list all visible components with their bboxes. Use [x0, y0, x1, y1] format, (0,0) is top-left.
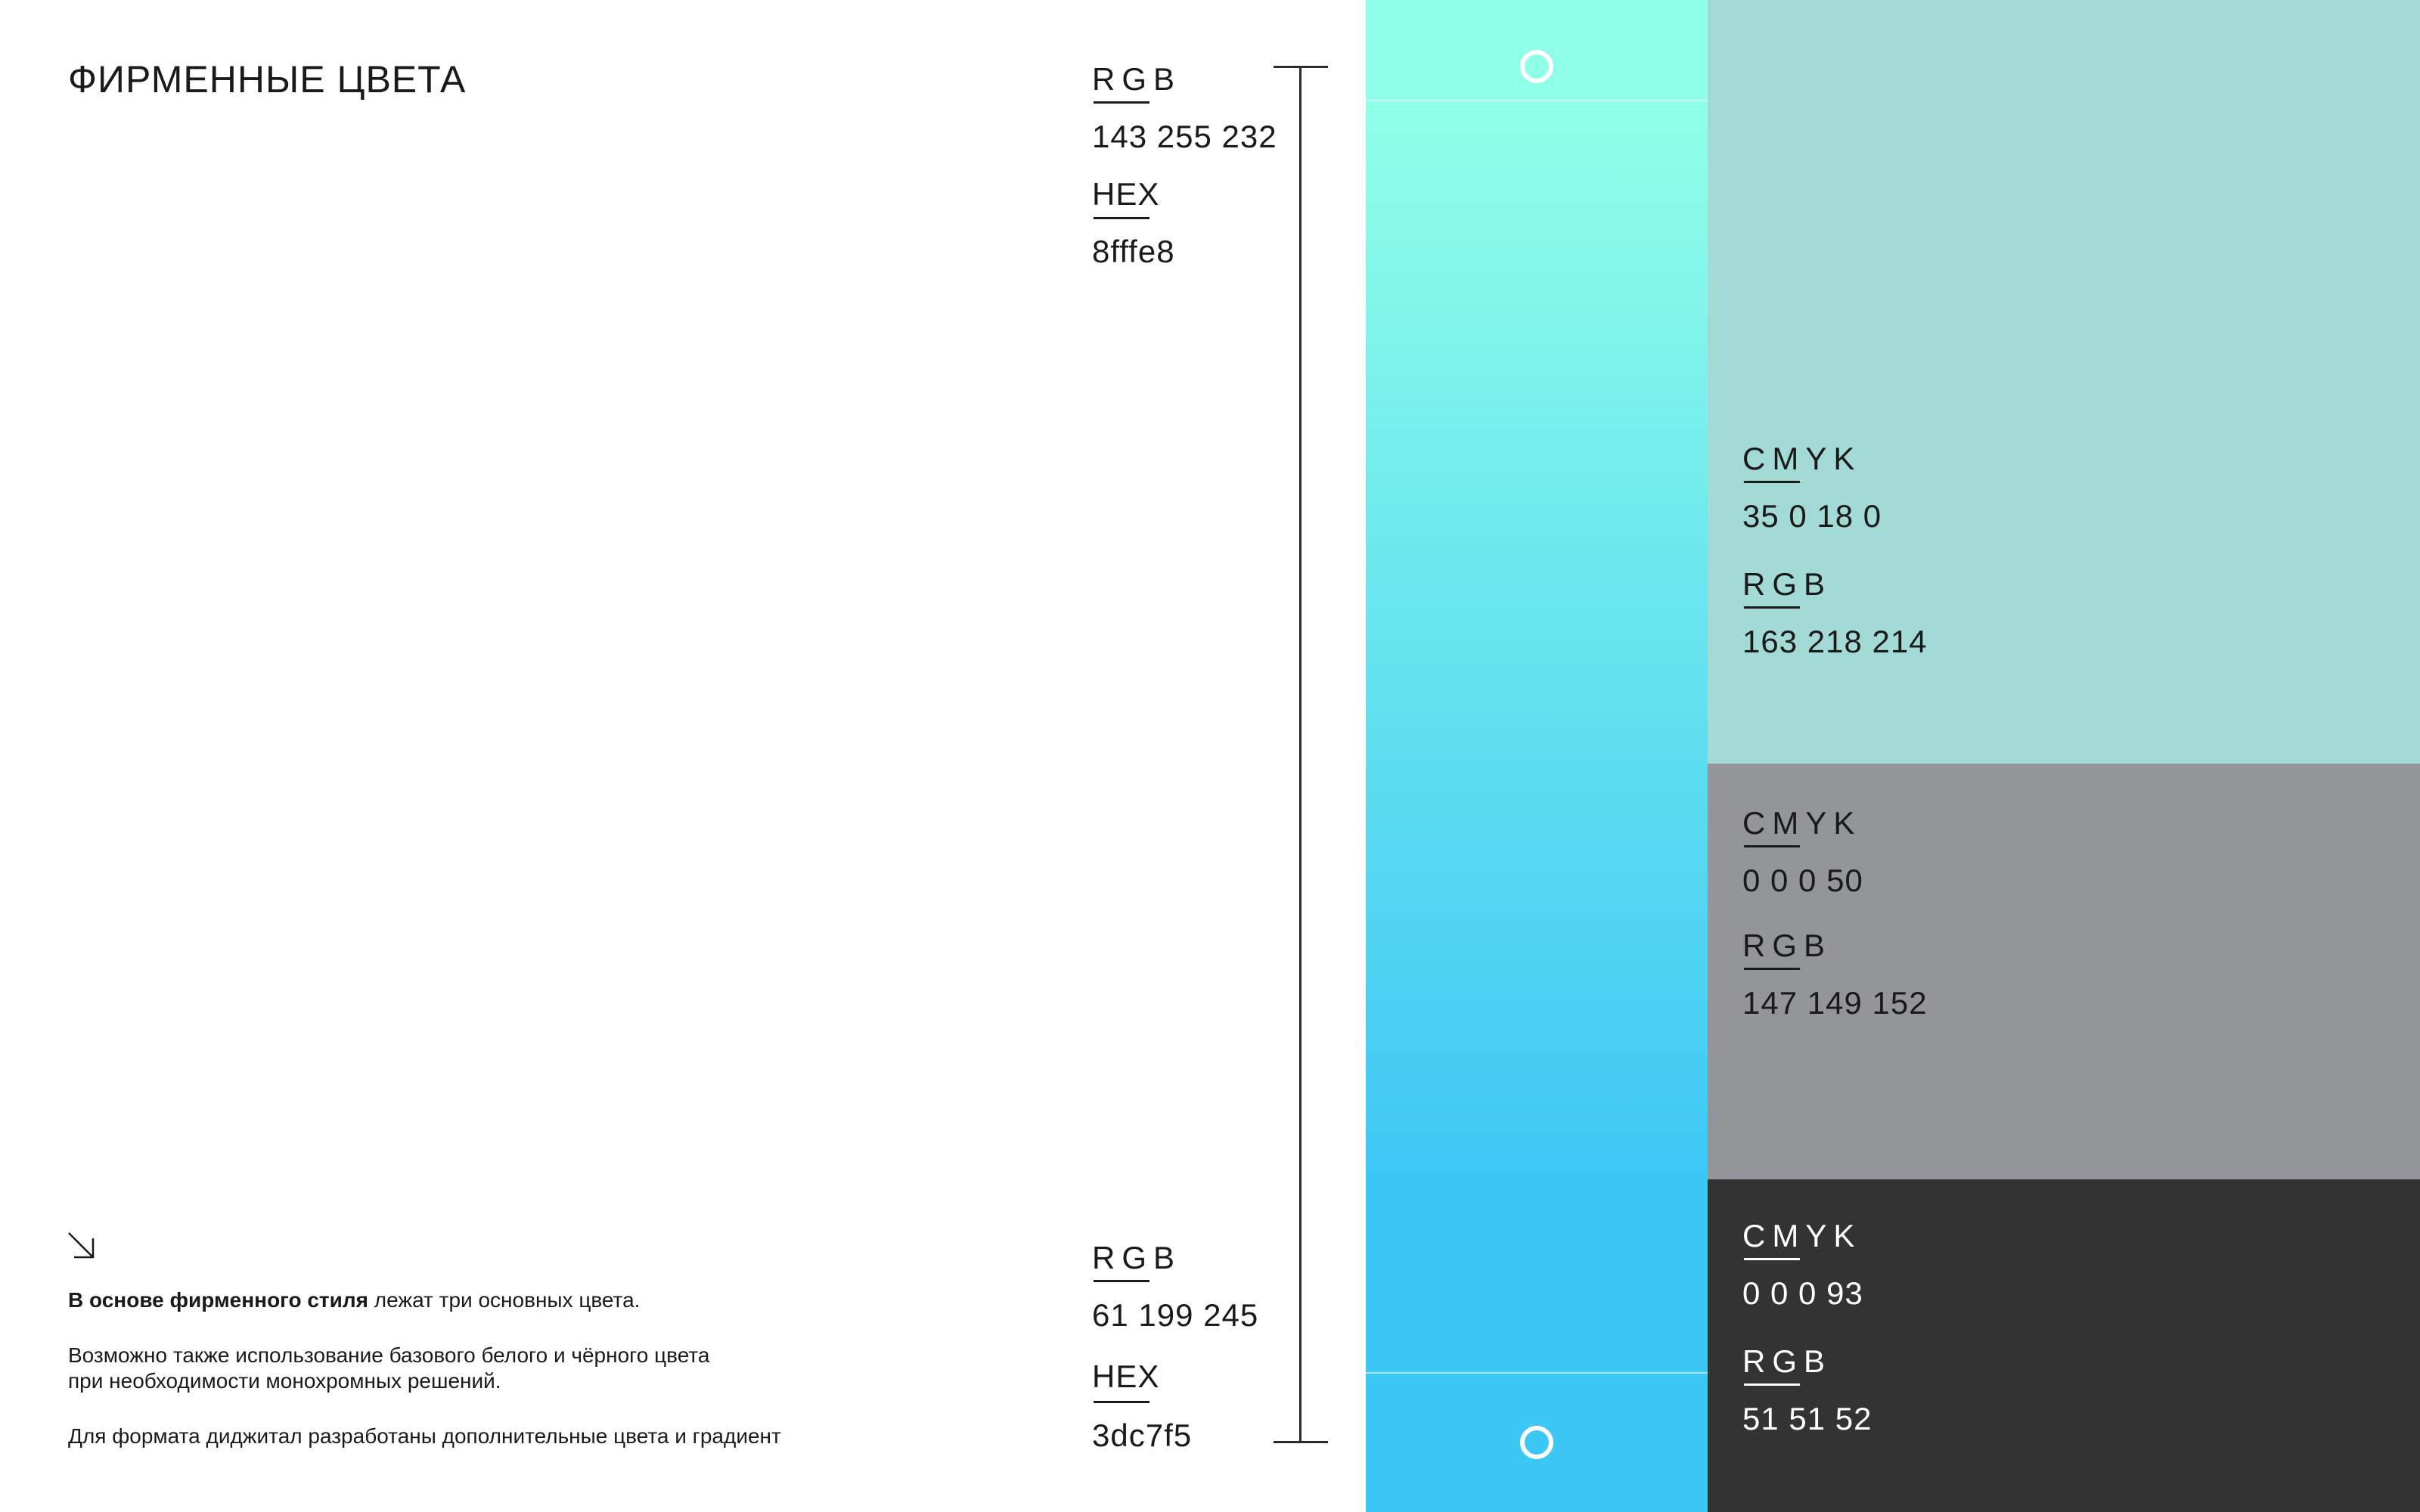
arrow-down-right-icon [68, 1232, 95, 1259]
rgb-label: RGB [1742, 1343, 1832, 1379]
swatch-mint: CMYK 35 0 18 0 RGB 163 218 214 [1708, 0, 2420, 764]
gradient-ruler-bottom-tick [1274, 1441, 1328, 1443]
cmyk-value: 35 0 18 0 [1742, 498, 1882, 534]
description-line-3: при необходимости монохромных решений. [68, 1369, 501, 1393]
circle-outline-icon [1520, 1426, 1553, 1459]
rgb-value-bottom: 61 199 245 [1092, 1297, 1259, 1333]
cmyk-label-underline [1744, 1258, 1800, 1260]
description-line-1: В основе фирменного стиля лежат три осно… [68, 1287, 640, 1313]
rgb-value: 147 149 152 [1742, 985, 1928, 1021]
rgb-label-underline [1744, 606, 1800, 609]
rgb-value: 51 51 52 [1742, 1401, 1872, 1436]
hex-value-bottom: 3dc7f5 [1092, 1418, 1193, 1453]
description-line-2: Возможно также использование базового бе… [68, 1343, 710, 1367]
gradient-top-divider [1366, 100, 1708, 101]
cmyk-label: CMYK [1742, 805, 1862, 841]
cmyk-label: CMYK [1742, 1218, 1862, 1253]
rgb-label-underline [1744, 1383, 1800, 1386]
rgb-label-underline [1744, 968, 1800, 970]
rgb-label-bottom: RGB [1092, 1240, 1182, 1275]
description-emphasis: В основе фирменного стиля [68, 1288, 368, 1312]
rgb-label: RGB [1742, 928, 1832, 963]
circle-outline-icon [1520, 50, 1553, 83]
cmyk-value: 0 0 0 50 [1742, 863, 1863, 898]
gradient-bottom-divider [1366, 1372, 1708, 1374]
rgb-label-top: RGB [1092, 61, 1182, 97]
description-line-1-rest: лежат три основных цвета. [368, 1288, 641, 1312]
rgb-label: RGB [1742, 566, 1832, 602]
hex-label-underline-top [1094, 217, 1150, 219]
rgb-value-top: 143 255 232 [1092, 119, 1277, 154]
rgb-label-underline-bottom [1094, 1280, 1150, 1282]
cmyk-value: 0 0 0 93 [1742, 1275, 1863, 1311]
gradient-ruler-top-tick [1274, 66, 1328, 68]
hex-label-underline-bottom [1094, 1401, 1150, 1403]
swatch-dark: CMYK 0 0 0 93 RGB 51 51 52 [1708, 1179, 2420, 1512]
rgb-label-underline-top [1094, 101, 1150, 104]
description-line-4: Для формата диджитал разработаны дополни… [68, 1424, 781, 1448]
gradient-swatch [1366, 0, 1708, 1512]
swatch-grey: CMYK 0 0 0 50 RGB 147 149 152 [1708, 764, 2420, 1179]
hex-label-bottom: HEX [1092, 1359, 1160, 1394]
cmyk-label-underline [1744, 481, 1800, 483]
page-title: ФИРМЕННЫЕ ЦВЕТА [68, 58, 467, 101]
rgb-value: 163 218 214 [1742, 624, 1928, 659]
hex-label-top: HEX [1092, 176, 1160, 212]
cmyk-label: CMYK [1742, 441, 1862, 476]
gradient-ruler [1299, 67, 1302, 1442]
hex-value-top: 8fffe8 [1092, 234, 1175, 269]
cmyk-label-underline [1744, 845, 1800, 847]
